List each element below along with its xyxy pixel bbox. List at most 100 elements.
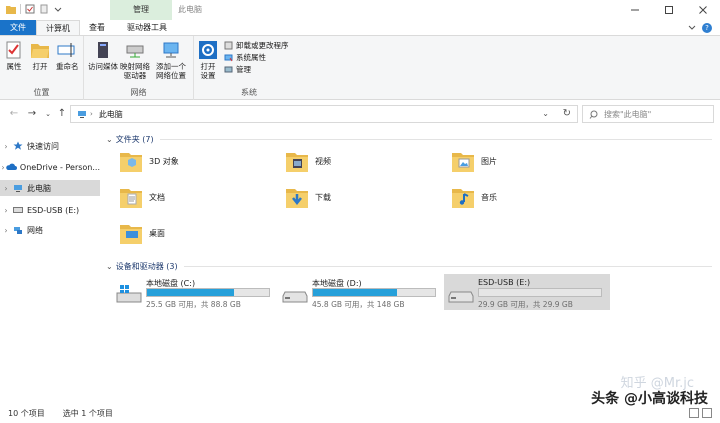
properties-button[interactable]: 属性 xyxy=(4,40,24,71)
drive-free-space: 25.5 GB 可用，共 88.8 GB xyxy=(146,300,241,309)
new-folder-icon[interactable] xyxy=(39,4,49,14)
open-settings-button[interactable]: 打开 设置 xyxy=(198,40,218,80)
folder-videos[interactable]: 视频 xyxy=(284,148,331,174)
system-properties-label: 系统属性 xyxy=(236,52,266,62)
folder-3d-objects[interactable]: 3D 对象 xyxy=(118,148,179,174)
access-media-label: 访问媒体 xyxy=(88,62,118,71)
network-drive-icon xyxy=(126,45,144,58)
manage-button[interactable]: 管理 xyxy=(224,64,289,74)
system-group-label: 系统 xyxy=(241,88,257,97)
drive-e[interactable]: ESD-USB (E:) 29.9 GB 可用，共 29.9 GB xyxy=(444,274,610,310)
section-divider xyxy=(159,139,712,140)
sidebar-item-network[interactable]: › 网络 xyxy=(0,222,100,238)
navigation-row: ← → ⌄ ↑ › 此电脑 ⌄ ↻ 搜索"此电脑" xyxy=(0,100,720,128)
uninstall-program-button[interactable]: 卸载或更改程序 xyxy=(224,40,289,50)
drive-usage-fill xyxy=(147,289,234,296)
maximize-button[interactable] xyxy=(652,0,686,20)
folder-icon[interactable] xyxy=(6,4,16,14)
drive-free-space: 29.9 GB 可用，共 29.9 GB xyxy=(478,300,573,309)
folder-desktop[interactable]: 桌面 xyxy=(118,220,165,246)
drive-usage-bar xyxy=(146,288,270,297)
back-button[interactable]: ← xyxy=(8,108,20,120)
location-group-label: 位置 xyxy=(33,88,50,97)
3d-objects-folder-icon xyxy=(120,153,142,172)
tab-drive-tools[interactable]: 驱动器工具 xyxy=(118,20,176,35)
location-group: 属性 打开 重命名 位置 xyxy=(0,36,84,100)
gear-icon xyxy=(199,41,217,59)
close-button[interactable] xyxy=(686,0,720,20)
map-drive-label-1: 映射网络 xyxy=(120,62,150,71)
drive-d[interactable]: 本地磁盘 (D:) 45.8 GB 可用，共 148 GB xyxy=(278,274,444,310)
cloud-icon xyxy=(6,162,17,172)
sidebar-item-this-pc[interactable]: › 此电脑 xyxy=(0,180,100,196)
tab-file[interactable]: 文件 xyxy=(0,20,36,35)
system-small-buttons: 卸载或更改程序 系统属性 管理 xyxy=(224,40,289,74)
address-bar[interactable]: › 此电脑 ⌄ ↻ xyxy=(70,105,578,123)
collapse-chevron-icon[interactable]: ⌄ xyxy=(106,135,113,144)
tab-computer[interactable]: 计算机 xyxy=(36,20,80,35)
music-folder-icon xyxy=(452,189,474,208)
folder-documents[interactable]: 文档 xyxy=(118,184,165,210)
address-dropdown-icon[interactable]: ⌄ xyxy=(542,109,549,118)
sidebar-item-esd-usb[interactable]: › ESD-USB (E:) xyxy=(0,202,100,218)
tab-view[interactable]: 查看 xyxy=(80,20,114,35)
help-icon[interactable]: ? xyxy=(702,22,712,33)
uninstall-icon xyxy=(224,41,233,49)
item-count: 10 个项目 xyxy=(8,408,45,418)
up-button[interactable]: ↑ xyxy=(56,108,68,120)
forward-button[interactable]: → xyxy=(26,108,38,120)
videos-folder-icon xyxy=(286,153,308,172)
window-title: 此电脑 xyxy=(178,5,202,14)
collapse-chevron-icon[interactable]: ⌄ xyxy=(106,262,113,271)
windows-drive-icon xyxy=(116,285,142,303)
folder-pictures[interactable]: 图片 xyxy=(450,148,497,174)
desktop-folder-icon xyxy=(120,225,142,244)
rename-icon xyxy=(57,43,75,57)
map-network-drive-button[interactable]: 映射网络 驱动器 xyxy=(120,40,150,80)
search-input[interactable]: 搜索"此电脑" xyxy=(582,105,714,123)
drive-usage-bar xyxy=(478,288,602,297)
properties-label: 属性 xyxy=(6,62,22,71)
sidebar-item-quick-access[interactable]: › 快速访问 xyxy=(0,138,100,154)
folder-downloads[interactable]: 下载 xyxy=(284,184,331,210)
system-properties-icon xyxy=(224,54,233,61)
minimize-button[interactable] xyxy=(618,0,652,20)
media-server-icon xyxy=(98,42,108,58)
ribbon-right-controls: ? xyxy=(688,20,720,35)
ribbon-tabs: 文件 计算机 查看 驱动器工具 ? xyxy=(0,20,720,36)
sidebar-item-label: OneDrive - Person... xyxy=(19,162,100,172)
drive-c[interactable]: 本地磁盘 (C:) 25.5 GB 可用，共 88.8 GB xyxy=(112,274,278,310)
address-path: 此电脑 xyxy=(98,109,123,119)
add-network-location-button[interactable]: 添加一个 网络位置 xyxy=(156,40,186,80)
expand-chevron-icon[interactable]: › xyxy=(0,226,12,235)
open-button[interactable]: 打开 xyxy=(30,40,50,71)
expand-chevron-icon[interactable]: › xyxy=(0,184,12,193)
folder-label: 视频 xyxy=(315,156,331,166)
system-properties-button[interactable]: 系统属性 xyxy=(224,52,289,62)
folder-label: 文档 xyxy=(149,192,165,202)
expand-ribbon-icon[interactable] xyxy=(688,23,696,33)
add-location-label-2: 网络位置 xyxy=(156,71,186,80)
expand-chevron-icon[interactable]: › xyxy=(0,206,12,215)
hard-drive-icon xyxy=(282,291,308,303)
access-media-button[interactable]: 访问媒体 xyxy=(88,40,118,71)
rename-button[interactable]: 重命名 xyxy=(56,40,79,71)
large-icons-view-icon[interactable] xyxy=(702,408,712,418)
status-bar: 10 个项目 选中 1 个项目 xyxy=(0,403,720,423)
recent-locations-chevron-icon[interactable]: ⌄ xyxy=(42,108,54,120)
window-controls xyxy=(618,0,720,20)
usb-drive-icon xyxy=(448,291,474,303)
refresh-icon[interactable]: ↻ xyxy=(563,108,571,119)
properties-check-icon[interactable] xyxy=(25,4,35,14)
expand-chevron-icon[interactable]: › xyxy=(0,142,12,151)
dropdown-chevron-icon[interactable] xyxy=(53,4,63,14)
devices-section-title: 设备和驱动器 (3) xyxy=(115,262,178,271)
downloads-folder-icon xyxy=(286,189,308,208)
sidebar-item-onedrive[interactable]: › OneDrive - Person... xyxy=(0,159,100,175)
details-view-icon[interactable] xyxy=(689,408,699,418)
folder-music[interactable]: 音乐 xyxy=(450,184,497,210)
star-icon xyxy=(12,141,24,151)
manage-context-tab[interactable]: 管理 xyxy=(110,0,172,20)
folders-section-header[interactable]: ⌄ 文件夹 (7) xyxy=(106,134,712,145)
devices-section-header[interactable]: ⌄ 设备和驱动器 (3) xyxy=(106,261,712,272)
